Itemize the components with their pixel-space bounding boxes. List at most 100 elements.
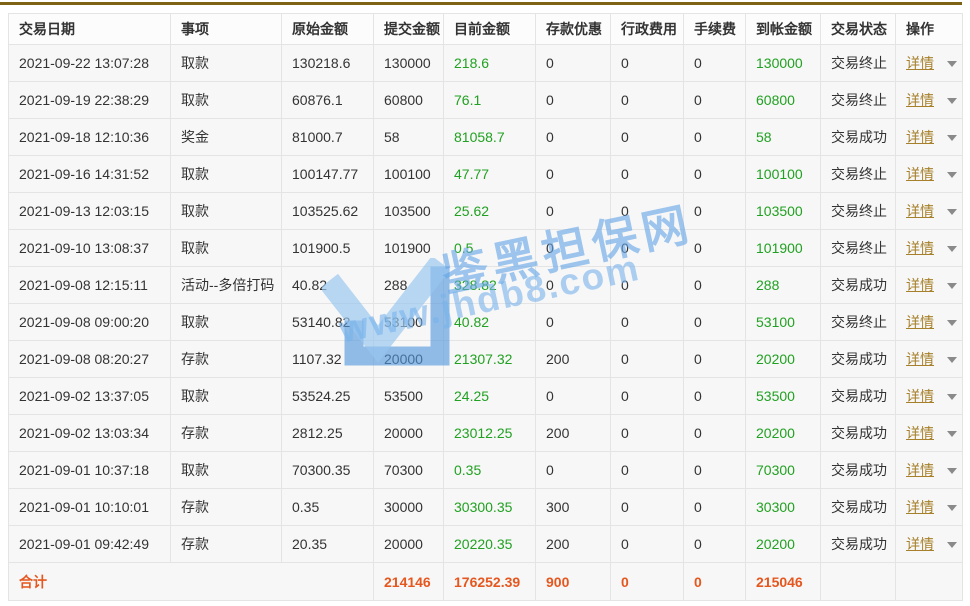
cell-handling-fee: 0 [684,193,746,230]
cell-current-amount: 23012.25 [444,415,536,452]
cell-current-amount: 0.5 [444,230,536,267]
cell-current-amount: 20220.35 [444,526,536,563]
chevron-down-icon[interactable] [947,431,957,437]
cell-date: 2021-09-01 09:42:49 [9,526,171,563]
cell-item: 取款 [171,45,282,82]
cell-admin-fee: 0 [611,378,684,415]
cell-deposit-bonus: 0 [536,378,611,415]
detail-link[interactable]: 详情 [906,462,934,478]
detail-link[interactable]: 详情 [906,129,934,145]
cell-handling-fee: 0 [684,230,746,267]
chevron-down-icon[interactable] [947,468,957,474]
chevron-down-icon[interactable] [947,172,957,178]
cell-date: 2021-09-18 12:10:36 [9,119,171,156]
detail-link[interactable]: 详情 [906,92,934,108]
cell-original-amount: 130218.6 [282,45,374,82]
cell-item: 存款 [171,341,282,378]
cell-status: 交易成功 [821,119,896,156]
footer-admin-total: 0 [611,563,684,601]
cell-submitted-amount: 70300 [374,452,444,489]
cell-deposit-bonus: 0 [536,193,611,230]
chevron-down-icon[interactable] [947,505,957,511]
cell-action: 详情 [896,119,963,156]
cell-status: 交易终止 [821,304,896,341]
detail-link[interactable]: 详情 [906,203,934,219]
cell-received-amount: 288 [746,267,821,304]
col-header-original: 原始金额 [282,14,374,45]
col-header-date: 交易日期 [9,14,171,45]
cell-action: 详情 [896,415,963,452]
cell-original-amount: 53524.25 [282,378,374,415]
cell-handling-fee: 0 [684,378,746,415]
footer-action-empty [896,563,963,601]
chevron-down-icon[interactable] [947,98,957,104]
cell-status: 交易成功 [821,378,896,415]
cell-received-amount: 60800 [746,82,821,119]
detail-link[interactable]: 详情 [906,388,934,404]
detail-link[interactable]: 详情 [906,536,934,552]
cell-original-amount: 103525.62 [282,193,374,230]
cell-item: 取款 [171,230,282,267]
col-header-item: 事项 [171,14,282,45]
cell-item: 取款 [171,156,282,193]
table-row: 2021-09-01 10:37:18 取款 70300.35 70300 0.… [9,452,963,489]
table-row: 2021-09-02 13:03:34 存款 2812.25 20000 230… [9,415,963,452]
cell-received-amount: 30300 [746,489,821,526]
cell-deposit-bonus: 0 [536,267,611,304]
col-header-status: 交易状态 [821,14,896,45]
cell-submitted-amount: 20000 [374,415,444,452]
cell-action: 详情 [896,267,963,304]
chevron-down-icon[interactable] [947,357,957,363]
cell-date: 2021-09-19 22:38:29 [9,82,171,119]
table-row: 2021-09-18 12:10:36 奖金 81000.7 58 81058.… [9,119,963,156]
cell-deposit-bonus: 0 [536,119,611,156]
col-header-received: 到帐金额 [746,14,821,45]
cell-status: 交易终止 [821,230,896,267]
chevron-down-icon[interactable] [947,542,957,548]
cell-submitted-amount: 101900 [374,230,444,267]
cell-submitted-amount: 53500 [374,378,444,415]
table-row: 2021-09-01 09:42:49 存款 20.35 20000 20220… [9,526,963,563]
detail-link[interactable]: 详情 [906,425,934,441]
cell-status: 交易成功 [821,267,896,304]
cell-item: 取款 [171,82,282,119]
cell-action: 详情 [896,45,963,82]
cell-deposit-bonus: 300 [536,489,611,526]
cell-deposit-bonus: 0 [536,304,611,341]
chevron-down-icon[interactable] [947,135,957,141]
cell-item: 取款 [171,304,282,341]
cell-submitted-amount: 60800 [374,82,444,119]
detail-link[interactable]: 详情 [906,277,934,293]
cell-submitted-amount: 103500 [374,193,444,230]
cell-original-amount: 60876.1 [282,82,374,119]
detail-link[interactable]: 详情 [906,351,934,367]
chevron-down-icon[interactable] [947,209,957,215]
cell-current-amount: 47.77 [444,156,536,193]
detail-link[interactable]: 详情 [906,499,934,515]
cell-submitted-amount: 30000 [374,489,444,526]
cell-item: 活动--多倍打码 [171,267,282,304]
cell-deposit-bonus: 0 [536,82,611,119]
cell-deposit-bonus: 0 [536,45,611,82]
cell-item: 存款 [171,526,282,563]
cell-admin-fee: 0 [611,489,684,526]
cell-status: 交易成功 [821,489,896,526]
cell-handling-fee: 0 [684,304,746,341]
chevron-down-icon[interactable] [947,394,957,400]
table-row: 2021-09-19 22:38:29 取款 60876.1 60800 76.… [9,82,963,119]
chevron-down-icon[interactable] [947,283,957,289]
chevron-down-icon[interactable] [947,61,957,67]
detail-link[interactable]: 详情 [906,166,934,182]
cell-date: 2021-09-02 13:37:05 [9,378,171,415]
detail-link[interactable]: 详情 [906,240,934,256]
cell-admin-fee: 0 [611,526,684,563]
cell-deposit-bonus: 200 [536,526,611,563]
top-accent-bar [0,2,962,5]
cell-deposit-bonus: 0 [536,452,611,489]
chevron-down-icon[interactable] [947,320,957,326]
chevron-down-icon[interactable] [947,246,957,252]
detail-link[interactable]: 详情 [906,55,934,71]
cell-current-amount: 76.1 [444,82,536,119]
detail-link[interactable]: 详情 [906,314,934,330]
table-row: 2021-09-22 13:07:28 取款 130218.6 130000 2… [9,45,963,82]
